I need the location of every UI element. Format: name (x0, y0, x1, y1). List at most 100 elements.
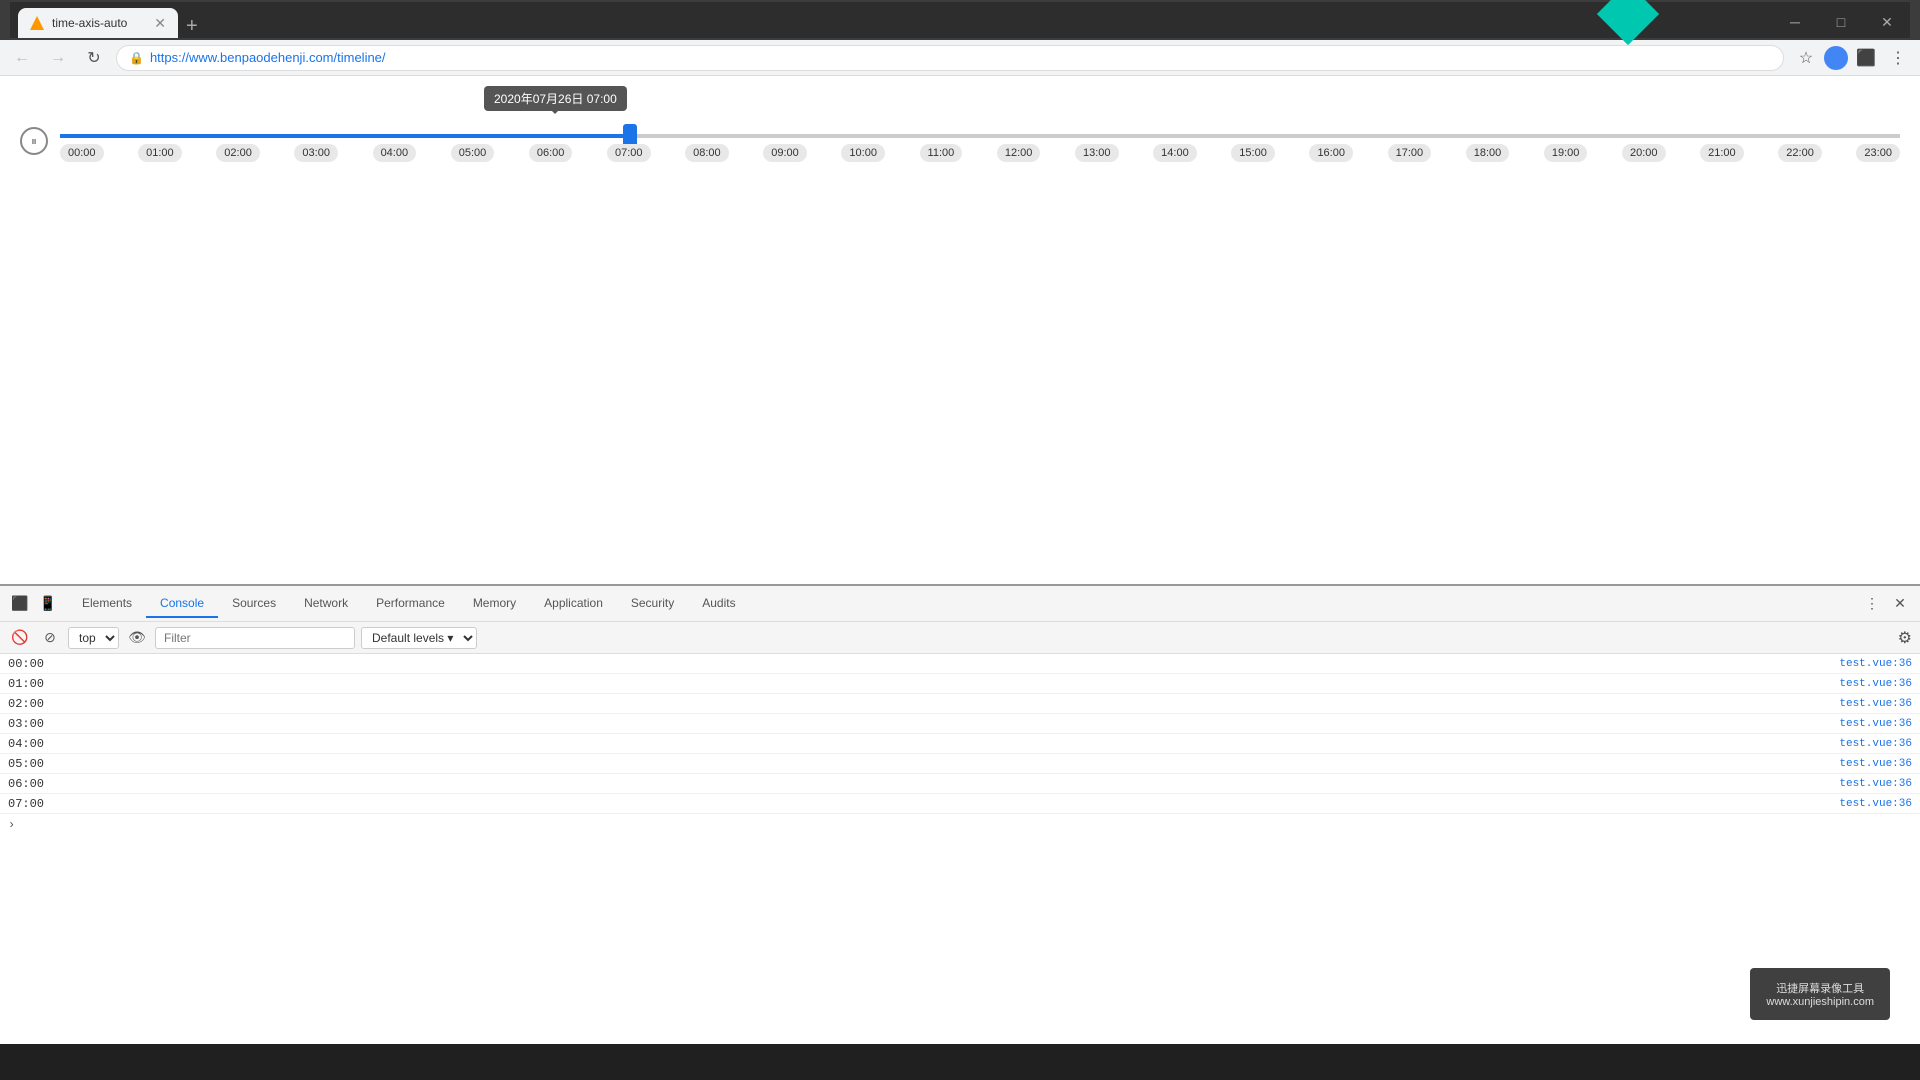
console-log: 00:00 test.vue:36 01:00 test.vue:36 02:00 tes… (0, 654, 1920, 1044)
maximize-button[interactable]: □ (1818, 2, 1864, 42)
bookmark-button[interactable]: ☆ (1792, 44, 1820, 72)
time-label-2300: 23:00 (1856, 144, 1900, 162)
timeline-area: 2020年07月26日 07:00 ⏸ 00:0001:0002:0003:00… (0, 76, 1920, 186)
time-label-0500: 05:00 (451, 144, 495, 162)
devtools-close-button[interactable]: ✕ (1888, 592, 1912, 616)
log-row: 05:00 test.vue:36 (0, 754, 1920, 774)
log-time: 04:00 (8, 737, 68, 751)
time-label-0700: 07:00 (607, 144, 651, 162)
time-label-0900: 09:00 (763, 144, 807, 162)
log-time: 01:00 (8, 677, 68, 691)
log-source[interactable]: test.vue:36 (1839, 778, 1912, 790)
title-bar: time-axis-auto ✕ + ─ □ ✕ (0, 0, 1920, 40)
play-pause-icon: ⏸ (31, 134, 37, 149)
devtools-left-icons: ⬛ 📱 (8, 592, 60, 616)
active-tab[interactable]: time-axis-auto ✕ (18, 8, 178, 38)
time-label-1600: 16:00 (1309, 144, 1353, 162)
time-label-1900: 19:00 (1544, 144, 1588, 162)
time-label-0600: 06:00 (529, 144, 573, 162)
tabs-bar: time-axis-auto ✕ + ─ □ ✕ (10, 2, 1910, 38)
time-label-1500: 15:00 (1231, 144, 1275, 162)
device-toolbar-button[interactable]: 📱 (36, 592, 60, 616)
new-tab-button[interactable]: + (178, 15, 206, 38)
time-label-1200: 12:00 (997, 144, 1041, 162)
devtools-tab-elements[interactable]: Elements (68, 590, 146, 618)
time-label-0300: 03:00 (294, 144, 338, 162)
timeline-track[interactable]: 00:0001:0002:0003:0004:0005:0006:0007:00… (60, 116, 1900, 166)
tab-favicon (30, 16, 44, 30)
url-bar[interactable]: 🔒 https://www.benpaodehenji.com/timeline… (116, 45, 1784, 71)
log-time: 00:00 (8, 657, 68, 671)
devtools-tab-audits[interactable]: Audits (688, 590, 749, 618)
devtools-tabs-list: ElementsConsoleSourcesNetworkPerformance… (68, 590, 750, 618)
devtools-tab-security[interactable]: Security (617, 590, 688, 618)
profile-avatar[interactable] (1824, 46, 1848, 70)
console-filter-button[interactable]: ⊘ (38, 626, 62, 650)
console-toolbar: 🚫 ⊘ top 👁 Default levels ▾ ⚙ (0, 622, 1920, 654)
log-row: 04:00 test.vue:36 (0, 734, 1920, 754)
log-row: 03:00test.vue:36 (0, 714, 1920, 734)
extensions-button[interactable]: ⬛ (1852, 44, 1880, 72)
devtools-more-button[interactable]: ⋮ (1860, 592, 1884, 616)
time-label-2200: 22:00 (1778, 144, 1822, 162)
devtools-tail-icons: ⋮ ✕ (1860, 592, 1912, 616)
time-label-0000: 00:00 (60, 144, 104, 162)
time-labels: 00:0001:0002:0003:0004:0005:0006:0007:00… (60, 144, 1900, 162)
prompt-arrow: › (8, 818, 15, 832)
clear-console-button[interactable]: 🚫 (8, 626, 32, 650)
devtools-tab-memory[interactable]: Memory (459, 590, 530, 618)
url-text: https://www.benpaodehenji.com/timeline/ (150, 50, 386, 65)
level-select[interactable]: Default levels ▾ (361, 627, 477, 649)
watermark-diamond (1606, 0, 1650, 36)
watermark-line2: www.xunjieshipin.com (1766, 996, 1874, 1008)
log-source[interactable]: test.vue:36 (1839, 798, 1912, 810)
log-time: 05:00 (8, 757, 68, 771)
forward-button[interactable]: → (44, 44, 72, 72)
time-label-2000: 20:00 (1622, 144, 1666, 162)
minimize-button[interactable]: ─ (1772, 2, 1818, 42)
log-source[interactable]: test.vue:36 (1839, 738, 1912, 750)
timeline-tooltip: 2020年07月26日 07:00 (484, 86, 627, 111)
log-rows-container: 00:00 test.vue:36 01:00 test.vue:36 02:00 tes… (0, 654, 1920, 814)
time-label-0800: 08:00 (685, 144, 729, 162)
tab-title: time-axis-auto (52, 16, 127, 30)
devtools-tab-network[interactable]: Network (290, 590, 362, 618)
toolbar-icons: ☆ ⬛ ⋮ (1792, 44, 1912, 72)
play-pause-button[interactable]: ⏸ (20, 127, 48, 155)
close-button[interactable]: ✕ (1864, 2, 1910, 42)
log-time: 02:00 (8, 697, 68, 711)
log-row: 06:00test.vue:36 (0, 774, 1920, 794)
eye-button[interactable]: 👁 (125, 626, 149, 650)
time-label-2100: 21:00 (1700, 144, 1744, 162)
devtools-tab-sources[interactable]: Sources (218, 590, 290, 618)
context-select[interactable]: top (68, 627, 119, 649)
time-label-1100: 11:00 (920, 144, 963, 162)
tooltip-text: 2020年07月26日 07:00 (494, 92, 617, 106)
watermark-line1: 迅捷屏幕录像工具 (1766, 980, 1874, 996)
devtools-tab-application[interactable]: Application (530, 590, 617, 618)
filter-input[interactable] (155, 627, 355, 649)
console-settings-button[interactable]: ⚙ (1898, 628, 1912, 648)
devtools-tabs: ⬛ 📱 ElementsConsoleSourcesNetworkPerform… (0, 586, 1920, 622)
log-source[interactable]: test.vue:36 (1839, 718, 1912, 730)
inspect-button[interactable]: ⬛ (8, 592, 32, 616)
menu-button[interactable]: ⋮ (1884, 44, 1912, 72)
log-row: 07:00 test.vue:36 (0, 794, 1920, 814)
log-time: 07:00 (8, 797, 68, 811)
devtools-tab-performance[interactable]: Performance (362, 590, 459, 618)
watermark-overlay: 迅捷屏幕录像工具 www.xunjieshipin.com (1750, 968, 1890, 1020)
devtools-tab-console[interactable]: Console (146, 590, 218, 618)
log-source[interactable]: test.vue:36 (1839, 678, 1912, 690)
back-button[interactable]: ← (8, 44, 36, 72)
devtools-panel: ⬛ 📱 ElementsConsoleSourcesNetworkPerform… (0, 584, 1920, 1044)
log-source[interactable]: test.vue:36 (1839, 758, 1912, 770)
log-source[interactable]: test.vue:36 (1839, 658, 1912, 670)
time-label-0400: 04:00 (373, 144, 417, 162)
time-label-1700: 17:00 (1388, 144, 1432, 162)
tab-close-button[interactable]: ✕ (154, 15, 166, 32)
time-label-1000: 10:00 (841, 144, 885, 162)
timeline-row: ⏸ 00:0001:0002:0003:0004:0005:0006:0007:… (0, 116, 1920, 166)
progress-line (60, 134, 630, 138)
log-source[interactable]: test.vue:36 (1839, 698, 1912, 710)
refresh-button[interactable]: ↻ (80, 44, 108, 72)
